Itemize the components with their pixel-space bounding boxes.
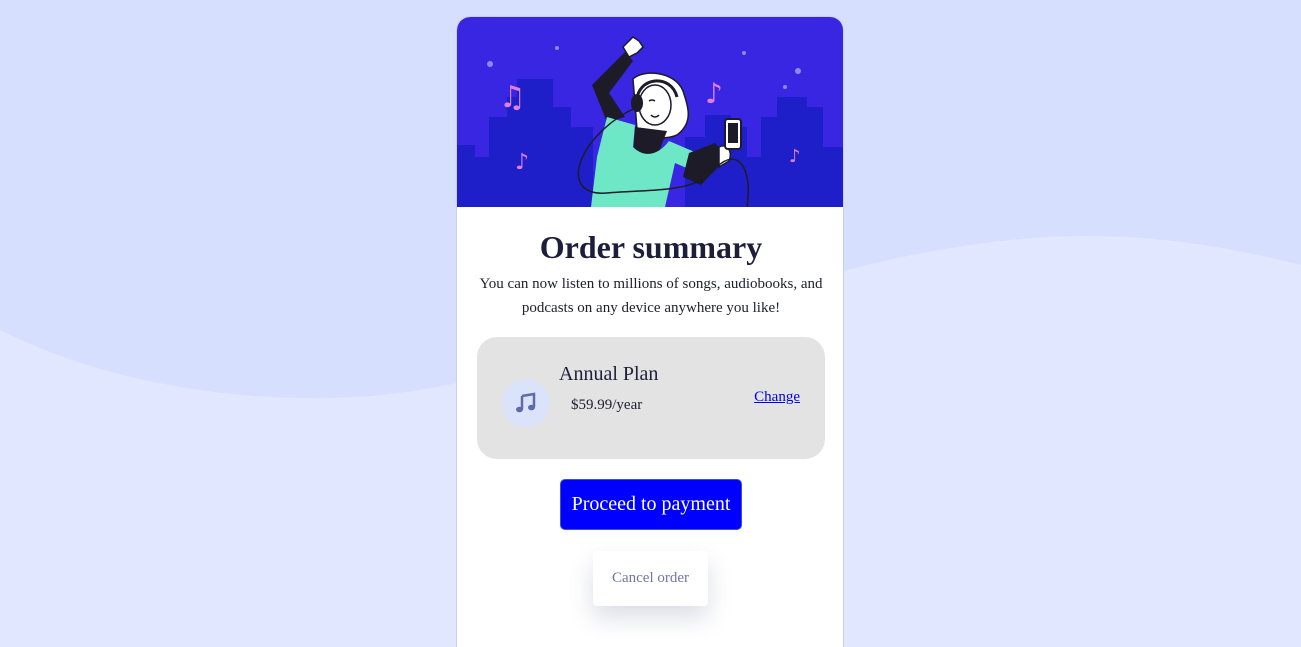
svg-text:♪: ♪ — [789, 146, 801, 167]
plan-summary-box: Annual Plan $59.99/year Change — [477, 337, 825, 459]
svg-text:♪: ♪ — [705, 77, 723, 110]
hero-illustration: ♫ ♪ ♪ ♪ — [457, 17, 843, 207]
summary-description: You can now listen to millions of songs,… — [479, 276, 823, 316]
change-plan-link[interactable]: Change — [754, 387, 800, 407]
proceed-to-payment-button[interactable]: Proceed to payment — [560, 479, 742, 530]
order-summary-card: ♫ ♪ ♪ ♪ Order summary You can now listen… — [456, 16, 844, 647]
plan-name: Annual Plan — [559, 363, 659, 385]
svg-text:♫: ♫ — [499, 80, 526, 115]
plan-price: $59.99/year — [571, 397, 643, 413]
svg-text:♪: ♪ — [515, 150, 529, 175]
page-title: Order summary — [539, 229, 763, 265]
music-note-icon — [502, 379, 550, 427]
cancel-order-button[interactable]: Cancel order — [593, 551, 708, 606]
